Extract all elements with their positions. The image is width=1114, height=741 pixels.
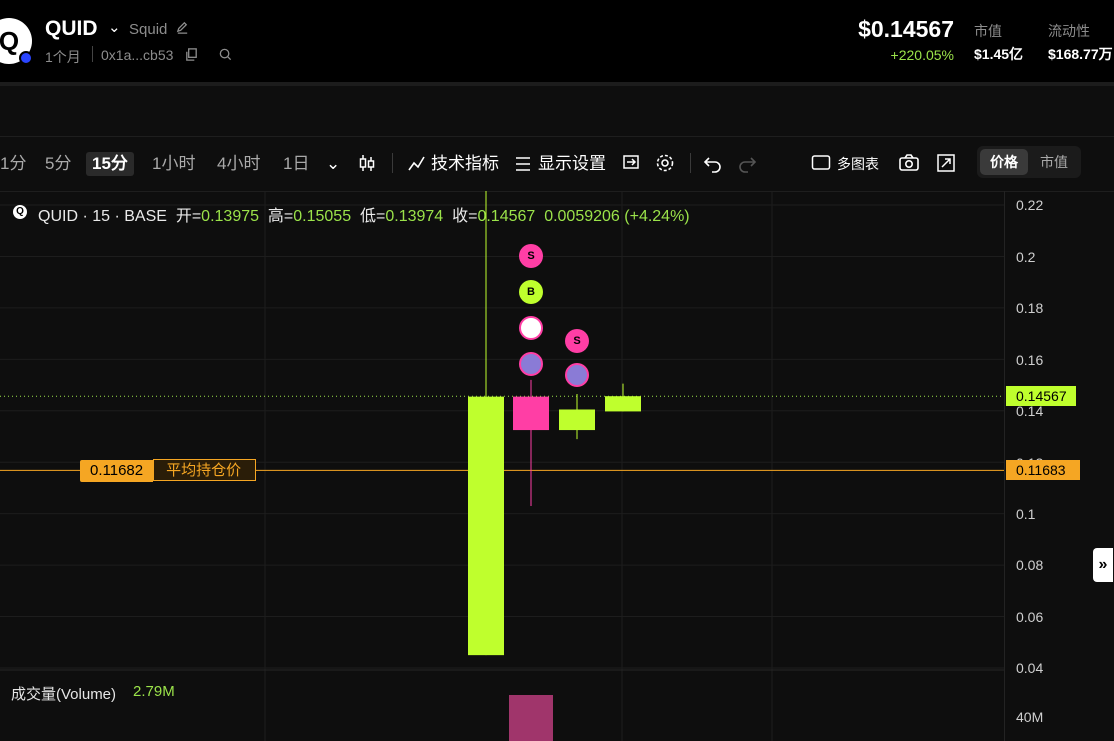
expand-panel-button[interactable]: » — [1093, 548, 1113, 582]
price-tick: 0.2 — [1016, 249, 1036, 265]
liquidity-label: 流动性 — [1048, 23, 1090, 39]
legend-open: 0.13975 — [201, 208, 260, 225]
header-divider — [0, 82, 1114, 86]
toolbar-divider — [690, 153, 691, 173]
replay-icon[interactable] — [621, 153, 641, 173]
price-tick: 0.1 — [1016, 506, 1036, 522]
legend-high-label: 高= — [267, 208, 294, 225]
timeframe-4h[interactable]: 4小时 — [217, 152, 260, 176]
legend-change: 0.0059206 (+4.24%) — [544, 208, 690, 225]
redo-icon[interactable] — [737, 153, 757, 173]
market-cap-label: 市值 — [974, 23, 1002, 39]
liquidity-value: $168.77万 — [1048, 46, 1113, 62]
current-price-label: 0.14567 — [1006, 386, 1076, 406]
avg-price-axis-label: 0.11683 — [1006, 460, 1080, 480]
price-tick: 0.04 — [1016, 660, 1044, 676]
legend-close: 0.14567 — [477, 208, 536, 225]
price-tick: 0.22 — [1016, 197, 1044, 213]
trader-avatar-icon[interactable] — [565, 362, 589, 387]
token-subname: Squid — [129, 21, 168, 38]
multi-chart-button[interactable]: 多图表 — [837, 152, 879, 176]
avg-price-tag: 0.11682 平均持仓价 — [80, 459, 257, 482]
volume-axis-tick: 40M — [1016, 709, 1044, 725]
price-tick: 0.18 — [1016, 300, 1044, 316]
toggle-price[interactable]: 价格 — [980, 149, 1028, 175]
toolbar-divider — [392, 153, 393, 173]
current-price: $0.14567 — [858, 16, 954, 42]
contract-address[interactable]: 0x1a...cb53 — [101, 47, 173, 63]
chain-badge-icon — [19, 51, 33, 65]
price-tick: 0.08 — [1016, 557, 1044, 573]
chevron-down-icon[interactable]: ⌄ — [108, 18, 121, 36]
volume-bar — [509, 695, 553, 741]
legend-high: 0.15055 — [293, 208, 352, 225]
symbol-icon: Q — [13, 205, 27, 219]
display-settings-button[interactable]: 显示设置 — [538, 152, 606, 176]
timeframe-1d[interactable]: 1日 — [283, 152, 309, 176]
legend-symbol: QUID · 15 · BASE — [38, 208, 167, 225]
avg-price-label: 平均持仓价 — [153, 459, 257, 481]
token-age: 1个月 — [45, 49, 81, 65]
candle-body — [559, 409, 595, 431]
candle-body — [513, 396, 549, 431]
market-cap-value: $1.45亿 — [974, 46, 1024, 62]
volume-title: 成交量(Volume) — [11, 686, 117, 703]
gear-icon[interactable] — [654, 152, 676, 174]
price-tick: 0.16 — [1016, 352, 1044, 368]
timeframe-5m[interactable]: 5分 — [45, 152, 71, 176]
candle-body — [605, 396, 641, 412]
indicators-icon[interactable] — [407, 154, 427, 174]
legend-close-label: 收= — [452, 208, 478, 225]
timeframe-1h[interactable]: 1小时 — [152, 152, 195, 176]
candlestick-icon[interactable] — [357, 153, 377, 173]
candle-body — [468, 396, 504, 656]
legend-low: 0.13974 — [385, 208, 444, 225]
camera-icon[interactable] — [898, 153, 920, 173]
toggle-market-cap[interactable]: 市值 — [1030, 149, 1078, 175]
avg-price-value: 0.11682 — [80, 460, 154, 482]
timeframe-dropdown-icon[interactable]: ⌄ — [326, 152, 340, 176]
edit-icon[interactable] — [175, 20, 190, 35]
divider — [92, 46, 93, 62]
ohlc-legend: QUID · 15 · BASE 开=0.13975 高=0.15055 低=0… — [38, 202, 690, 226]
price-tick: 0.06 — [1016, 609, 1044, 625]
indicators-button[interactable]: 技术指标 — [431, 152, 499, 176]
volume-value: 2.79M — [133, 683, 175, 700]
fullscreen-icon[interactable] — [936, 153, 956, 173]
price-change: +220.05% — [890, 47, 954, 63]
multi-chart-icon[interactable] — [811, 154, 831, 171]
legend-low-label: 低= — [360, 208, 386, 225]
token-name[interactable]: QUID — [45, 17, 98, 41]
timeframe-15m[interactable]: 15分 — [86, 152, 134, 176]
search-icon[interactable] — [218, 47, 233, 62]
legend-open-label: 开= — [175, 208, 202, 225]
timeframe-1m[interactable]: 1分 — [0, 152, 26, 176]
undo-icon[interactable] — [703, 153, 723, 173]
copy-icon[interactable] — [184, 47, 199, 62]
display-settings-icon[interactable] — [514, 154, 532, 174]
